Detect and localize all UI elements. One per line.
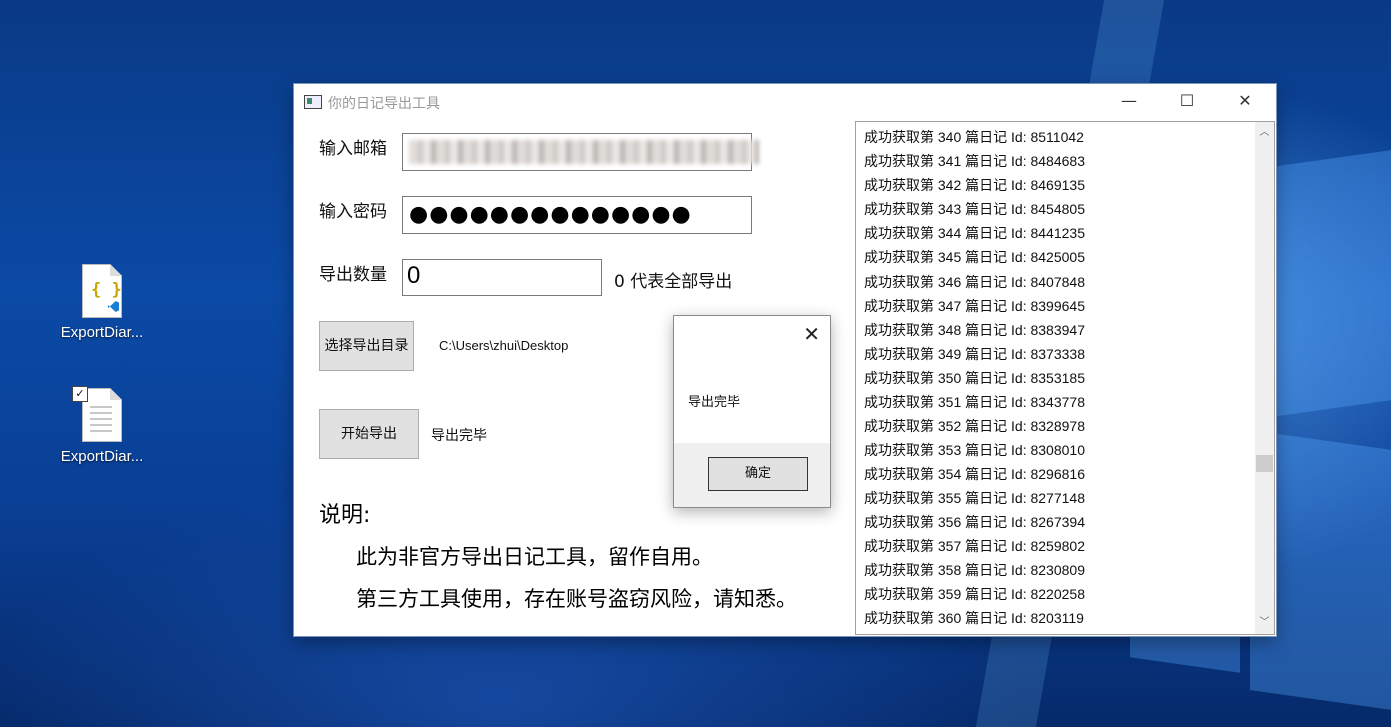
list-item[interactable]: 成功获取第 353 篇日记 Id: 8308010 (864, 440, 1085, 460)
window-title: 你的日记导出工具 (328, 96, 440, 112)
list-item[interactable]: 成功获取第 343 篇日记 Id: 8454805 (864, 199, 1085, 219)
minimize-button[interactable]: — (1100, 84, 1158, 120)
password-label: 输入密码 (319, 202, 387, 222)
list-item[interactable]: 成功获取第 345 篇日记 Id: 8425005 (864, 247, 1085, 267)
desktop-icon-json[interactable]: { } ExportDiar... (52, 264, 152, 341)
desktop: { } ExportDiar... ✓ ExportDiar... 你的日记导出… (0, 0, 1391, 727)
list-item[interactable]: 成功获取第 352 篇日记 Id: 8328978 (864, 416, 1085, 436)
list-item[interactable]: 成功获取第 360 篇日记 Id: 8203119 (864, 608, 1084, 628)
list-item[interactable]: 成功获取第 355 篇日记 Id: 8277148 (864, 488, 1085, 508)
list-item[interactable]: 成功获取第 359 篇日记 Id: 8220258 (864, 584, 1085, 604)
count-label: 导出数量 (319, 265, 387, 285)
dir-path: C:\Users\zhui\Desktop (439, 338, 569, 353)
list-item[interactable]: 成功获取第 351 篇日记 Id: 8343778 (864, 392, 1085, 412)
close-button[interactable]: ✕ (1216, 84, 1274, 120)
list-item[interactable]: 成功获取第 357 篇日记 Id: 8259802 (864, 536, 1085, 556)
list-item[interactable]: 成功获取第 358 篇日记 Id: 8230809 (864, 560, 1085, 580)
json-file-icon: { } (82, 264, 122, 318)
password-mask: ●●●●●●●●●●●●●● (409, 202, 692, 227)
email-label: 输入邮箱 (319, 139, 387, 159)
list-item[interactable]: 成功获取第 350 篇日记 Id: 8353185 (864, 368, 1085, 388)
scroll-down-icon[interactable]: ﹀ (1255, 614, 1274, 631)
list-item[interactable]: 成功获取第 347 篇日记 Id: 8399645 (864, 296, 1085, 316)
dialog-message: 导出完毕 (688, 395, 741, 410)
text-file-icon (82, 388, 122, 442)
description-line: 此为非官方导出日记工具，留作自用。 (356, 545, 713, 569)
message-dialog: ✕ 导出完毕 确定 (673, 315, 831, 508)
count-hint: 0 代表全部导出 (614, 272, 733, 292)
blurred-email (409, 140, 759, 164)
dialog-close-icon[interactable]: ✕ (803, 322, 820, 346)
description-title: 说明: (319, 503, 371, 528)
password-input[interactable]: ●●●●●●●●●●●●●● (402, 196, 752, 234)
app-icon (304, 95, 322, 109)
ok-button[interactable]: 确定 (708, 457, 808, 491)
list-item[interactable]: 成功获取第 342 篇日记 Id: 8469135 (864, 175, 1085, 195)
desktop-icon-label: ExportDiar... (60, 448, 144, 465)
status-text: 导出完毕 (431, 428, 487, 444)
desktop-icon-text[interactable]: ✓ ExportDiar... (52, 386, 152, 465)
email-input[interactable] (402, 133, 759, 171)
list-item[interactable]: 成功获取第 349 篇日记 Id: 8373338 (864, 344, 1085, 364)
count-input[interactable]: 0 (402, 259, 602, 296)
log-list[interactable]: 成功获取第 340 篇日记 Id: 8511042 成功获取第 341 篇日记 … (855, 121, 1275, 635)
list-item[interactable]: 成功获取第 348 篇日记 Id: 8383947 (864, 320, 1085, 340)
list-item[interactable]: 成功获取第 354 篇日记 Id: 8296816 (864, 464, 1085, 484)
list-item[interactable]: 成功获取第 356 篇日记 Id: 8267394 (864, 512, 1085, 532)
desktop-icon-label: ExportDiar... (60, 324, 144, 341)
choose-dir-button[interactable]: 选择导出目录 (319, 321, 414, 371)
count-value: 0 (407, 262, 421, 289)
list-item[interactable]: 成功获取第 341 篇日记 Id: 8484683 (864, 151, 1085, 171)
description-line: 第三方工具使用，存在账号盗窃风险，请知悉。 (356, 587, 797, 611)
vertical-scrollbar[interactable]: ︿ ﹀ (1255, 122, 1274, 634)
start-export-button[interactable]: 开始导出 (319, 409, 419, 459)
checkbox-icon[interactable]: ✓ (72, 386, 88, 402)
scroll-thumb[interactable] (1256, 455, 1273, 472)
list-item[interactable]: 成功获取第 340 篇日记 Id: 8511042 (864, 127, 1084, 147)
title-bar[interactable]: 你的日记导出工具 — ☐ ✕ (294, 84, 1276, 120)
maximize-button[interactable]: ☐ (1158, 84, 1216, 120)
scroll-up-icon[interactable]: ︿ (1255, 124, 1274, 141)
list-item[interactable]: 成功获取第 346 篇日记 Id: 8407848 (864, 272, 1085, 292)
list-item[interactable]: 成功获取第 344 篇日记 Id: 8441235 (864, 223, 1085, 243)
